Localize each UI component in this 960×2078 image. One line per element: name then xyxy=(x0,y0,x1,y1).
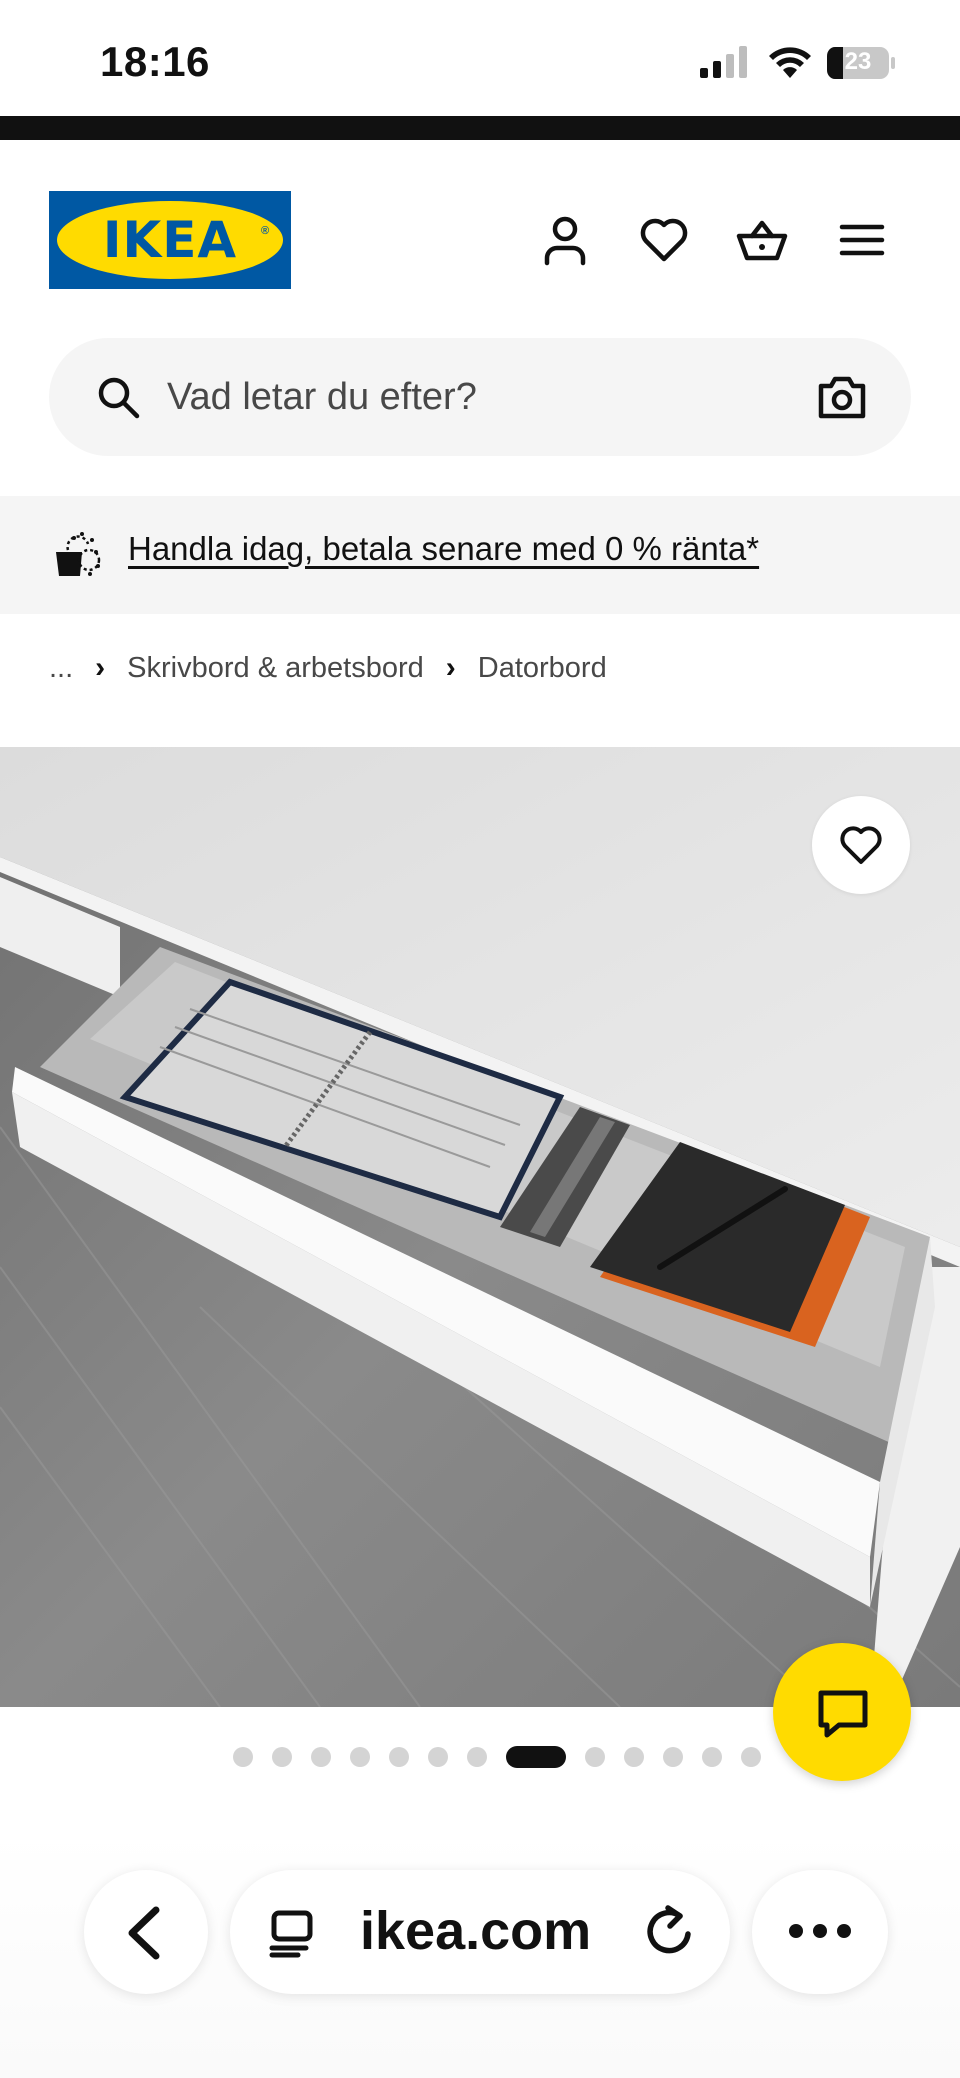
carousel-dot[interactable] xyxy=(272,1747,292,1767)
search-input[interactable]: Vad letar du efter? xyxy=(167,376,477,419)
save-to-favorites-button[interactable] xyxy=(812,796,910,894)
carousel-dot[interactable] xyxy=(467,1747,487,1767)
status-bar: 18:16 23 xyxy=(0,0,960,116)
heart-icon[interactable] xyxy=(638,214,690,266)
menu-icon[interactable] xyxy=(836,214,888,266)
carousel-dot[interactable] xyxy=(311,1747,331,1767)
registered-mark: ® xyxy=(261,225,270,237)
status-time: 18:16 xyxy=(100,38,210,85)
camera-icon[interactable] xyxy=(817,374,867,420)
chevron-right-icon: › xyxy=(445,651,456,684)
product-image[interactable] xyxy=(0,747,960,1707)
account-icon[interactable] xyxy=(539,214,591,266)
breadcrumb-datorbord[interactable]: Datorbord xyxy=(478,652,607,685)
carousel-dot[interactable] xyxy=(428,1747,448,1767)
page-menu-icon[interactable] xyxy=(268,1908,318,1958)
desk-drawer-photo xyxy=(0,747,960,1707)
url-text: ikea.com xyxy=(360,1901,592,1961)
address-bar[interactable]: ikea.com xyxy=(230,1870,730,1994)
site-header: IKEA ® xyxy=(0,140,960,340)
more-options-button[interactable] xyxy=(752,1870,888,1994)
carousel-dot[interactable] xyxy=(233,1747,253,1767)
carousel-dot[interactable] xyxy=(350,1747,370,1767)
carousel-dot[interactable] xyxy=(585,1747,605,1767)
chat-button[interactable] xyxy=(773,1643,911,1781)
battery-level: 23 xyxy=(844,48,872,75)
wifi-icon xyxy=(769,47,811,78)
logo-text: IKEA xyxy=(102,211,238,269)
breadcrumb-skrivbord[interactable]: Skrivbord & arbetsbord xyxy=(127,652,424,685)
basket-icon[interactable] xyxy=(736,214,788,266)
heart-icon xyxy=(840,826,882,864)
back-button[interactable] xyxy=(84,1870,208,1994)
breadcrumb: ... › Skrivbord & arbetsbord › Datorbord xyxy=(49,648,607,688)
promo-link[interactable]: Handla idag, betala senare med 0 % ränta… xyxy=(128,530,759,568)
chevron-right-icon: › xyxy=(95,651,106,684)
carousel-dot[interactable] xyxy=(663,1747,683,1767)
carousel-dot[interactable] xyxy=(741,1747,761,1767)
browser-toolbar: ikea.com xyxy=(0,1830,960,2078)
chat-bubble-icon xyxy=(818,1690,868,1738)
carousel-dot[interactable] xyxy=(389,1747,409,1767)
top-strip xyxy=(0,116,960,140)
chevron-left-icon xyxy=(128,1906,160,1960)
search-icon xyxy=(98,377,140,419)
breadcrumb-ellipsis[interactable]: ... xyxy=(49,652,73,685)
carousel-dot[interactable] xyxy=(702,1747,722,1767)
carousel-indicator xyxy=(233,1746,761,1768)
ellipsis-icon xyxy=(789,1924,851,1938)
shopping-bag-coins-icon xyxy=(56,532,101,576)
cellular-signal-icon xyxy=(700,46,747,78)
promo-banner[interactable]: Handla idag, betala senare med 0 % ränta… xyxy=(0,496,960,614)
search-bar[interactable]: Vad letar du efter? xyxy=(49,338,911,456)
carousel-dot-active[interactable] xyxy=(506,1746,566,1768)
reload-icon[interactable] xyxy=(642,1904,696,1960)
carousel-dot[interactable] xyxy=(624,1747,644,1767)
ikea-logo[interactable]: IKEA ® xyxy=(49,191,291,289)
